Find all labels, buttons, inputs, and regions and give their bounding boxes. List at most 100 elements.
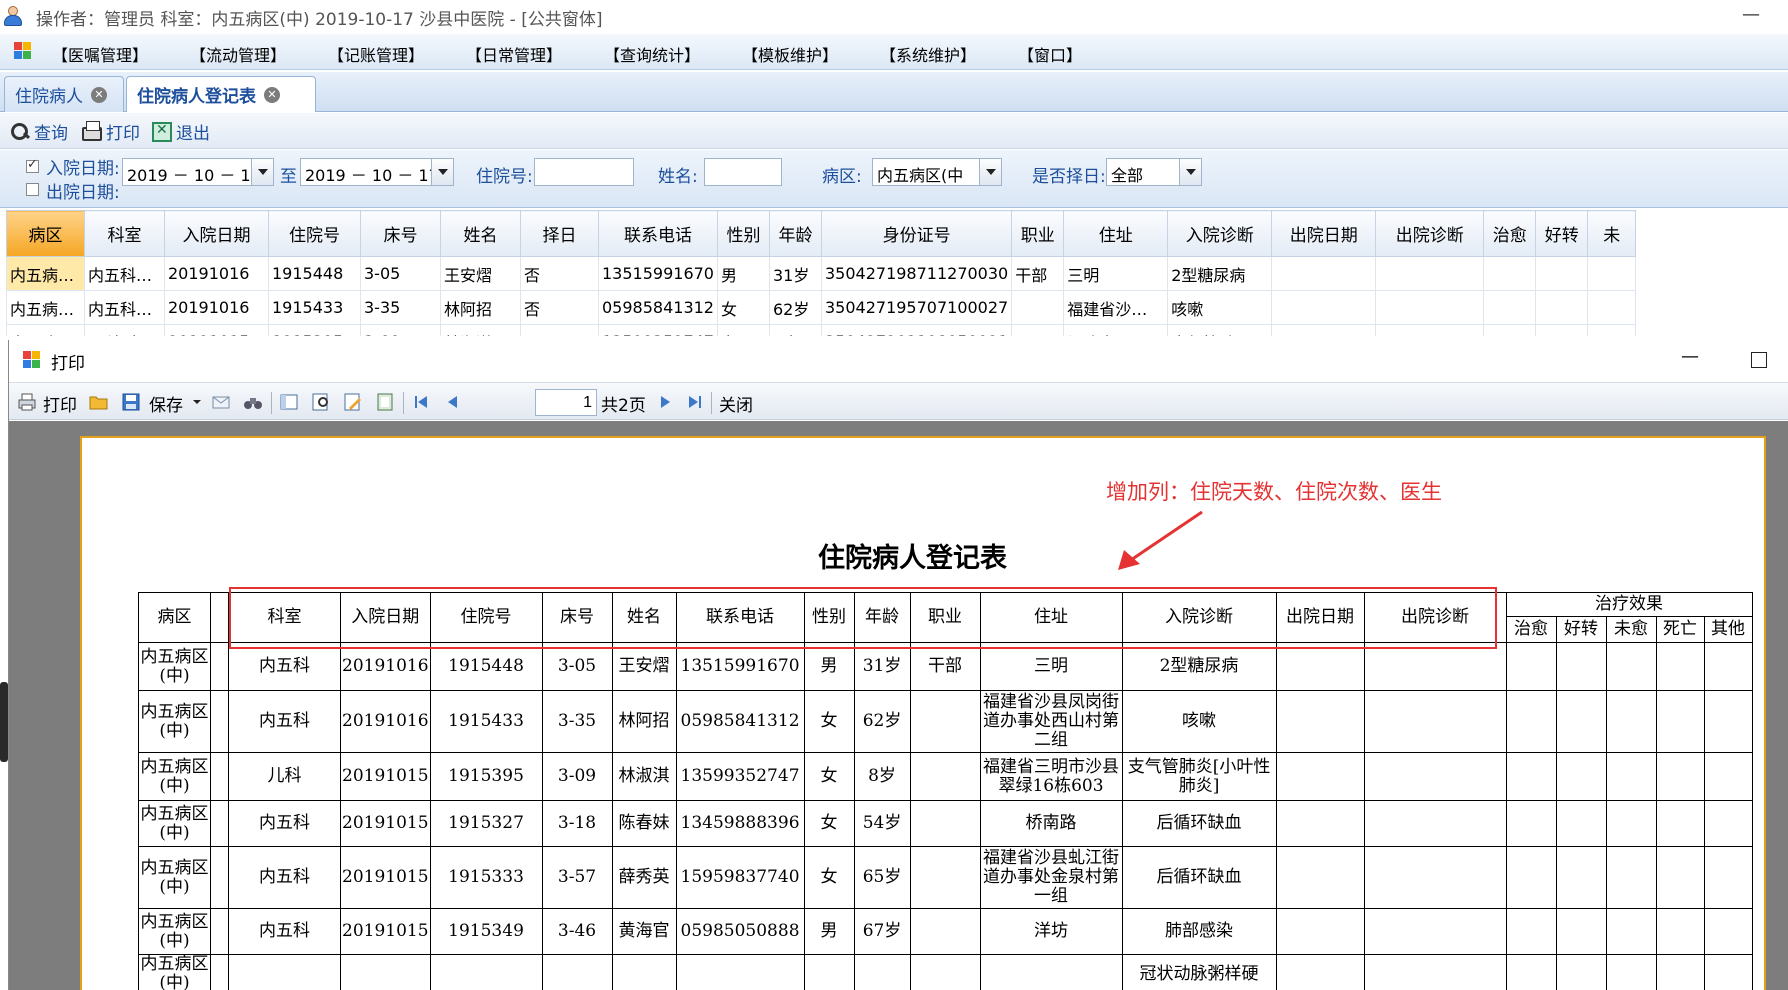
binoculars-icon[interactable]: [243, 392, 263, 412]
chevron-down-icon[interactable]: [1179, 159, 1201, 185]
grid-column-header[interactable]: 住院号: [268, 210, 361, 257]
grid-cell[interactable]: 否: [520, 256, 599, 291]
grid-cell[interactable]: [1375, 290, 1485, 325]
minimize-button[interactable]: —: [1681, 346, 1699, 367]
grid-cell[interactable]: 05985841312: [598, 290, 718, 325]
grid-cell[interactable]: 内五科…: [84, 256, 165, 291]
maximize-button[interactable]: [1751, 352, 1767, 368]
grid-cell[interactable]: 儿科(中): [84, 324, 165, 336]
open-folder-icon[interactable]: [89, 392, 109, 412]
grid-cell[interactable]: [1483, 256, 1537, 291]
grid-cell[interactable]: 否: [520, 324, 599, 336]
grid-cell[interactable]: 男: [716, 256, 770, 291]
table-row[interactable]: 内五病…儿科(中)2019101519153953-09林淑淇否13599352…: [6, 324, 1637, 336]
page-setup-icon[interactable]: [375, 392, 395, 412]
grid-column-header[interactable]: 年龄: [768, 210, 822, 257]
edit-pencil-icon[interactable]: [343, 392, 363, 412]
grid-cell[interactable]: 3-09: [360, 324, 441, 336]
inpatient-no-input[interactable]: [534, 158, 634, 186]
grid-column-header[interactable]: 身份证号: [820, 210, 1013, 257]
grid-cell[interactable]: 20191015: [164, 324, 269, 336]
grid-cell[interactable]: [1587, 290, 1637, 325]
table-row[interactable]: 内五病… 内五科… 20191016 1915433 3-35 林阿招否 059858413…: [6, 290, 1637, 325]
menu-item-5[interactable]: 【模板维护】: [742, 42, 880, 66]
grid-cell[interactable]: 20191016: [164, 290, 269, 325]
query-button[interactable]: 查询: [10, 119, 68, 144]
chevron-down-icon[interactable]: [431, 159, 453, 185]
grid-cell[interactable]: [1587, 256, 1637, 291]
grid-column-header[interactable]: 入院日期: [164, 210, 269, 257]
grid-cell[interactable]: [1587, 324, 1637, 336]
grid-cell[interactable]: [1483, 290, 1537, 325]
close-icon[interactable]: ✕: [91, 86, 107, 103]
grid-cell[interactable]: [1375, 324, 1485, 336]
grid-column-header[interactable]: 择日: [520, 210, 599, 257]
grid-cell[interactable]: [1271, 324, 1377, 336]
grid-column-header[interactable]: 床号: [360, 210, 441, 257]
grid-cell[interactable]: 女: [716, 324, 770, 336]
admit-date-checkbox[interactable]: [26, 157, 39, 173]
zoom-icon[interactable]: [311, 392, 331, 412]
grid-cell[interactable]: 林阿招: [440, 290, 521, 325]
tab-inpatients[interactable]: 住院病人 ✕: [4, 76, 124, 112]
chevron-down-icon[interactable]: [251, 159, 273, 185]
date-from-input[interactable]: 2019 － 10 － 12: [122, 158, 274, 186]
grid-column-header[interactable]: 职业: [1011, 210, 1065, 257]
menu-item-4[interactable]: 【查询统计】: [604, 42, 742, 66]
grid-cell[interactable]: 62岁: [768, 290, 822, 325]
grid-cell[interactable]: 内五科…: [84, 290, 165, 325]
print-button[interactable]: 打印: [43, 391, 77, 416]
next-page-icon[interactable]: [655, 392, 675, 412]
grid-cell[interactable]: 3-05: [360, 256, 441, 291]
grid-cell[interactable]: 支气管肺…: [1167, 324, 1273, 336]
grid-column-header[interactable]: 未: [1587, 210, 1637, 257]
menu-item-0[interactable]: 【医嘱管理】: [52, 42, 190, 66]
grid-cell[interactable]: [1535, 256, 1589, 291]
grid-cell[interactable]: [1535, 324, 1589, 336]
grid-column-header[interactable]: 治愈: [1483, 210, 1537, 257]
grid-cell[interactable]: 350427198711270030: [820, 256, 1013, 291]
grid-cell[interactable]: [1271, 256, 1377, 291]
close-preview-button[interactable]: 关闭: [719, 391, 753, 416]
menu-item-6[interactable]: 【系统维护】: [880, 42, 1018, 66]
close-icon[interactable]: ✕: [264, 86, 280, 103]
exit-button[interactable]: 退出: [152, 119, 210, 144]
mail-icon[interactable]: [211, 392, 231, 412]
grid-cell[interactable]: 女: [716, 290, 770, 325]
first-page-icon[interactable]: [411, 392, 431, 412]
grid-cell[interactable]: 3-35: [360, 290, 441, 325]
save-disk-icon[interactable]: [121, 392, 141, 412]
grid-cell[interactable]: 福建省三…: [1063, 324, 1169, 336]
save-button[interactable]: 保存: [149, 391, 183, 416]
chevron-down-icon[interactable]: [979, 159, 1001, 185]
ward-select[interactable]: 内五病区(中: [872, 158, 1002, 186]
grid-cell[interactable]: 1915395: [268, 324, 361, 336]
grid-column-header[interactable]: 出院诊断: [1375, 210, 1485, 257]
grid-cell[interactable]: 13599352747: [598, 324, 718, 336]
menu-item-3[interactable]: 【日常管理】: [466, 42, 604, 66]
grid-cell[interactable]: 20191016: [164, 256, 269, 291]
grid-cell[interactable]: 31岁: [768, 256, 822, 291]
grid-cell[interactable]: 三明: [1063, 256, 1169, 291]
grid-cell[interactable]: 2型糖尿病: [1167, 256, 1273, 291]
grid-cell[interactable]: [1375, 256, 1485, 291]
grid-column-header[interactable]: 科室: [84, 210, 165, 257]
zeri-select[interactable]: 全部: [1106, 158, 1202, 186]
grid-cell[interactable]: 福建省沙…: [1063, 290, 1169, 325]
scroll-handle[interactable]: [0, 682, 8, 762]
grid-column-header[interactable]: 住址: [1063, 210, 1169, 257]
grid-column-header[interactable]: 好转: [1535, 210, 1589, 257]
grid-cell[interactable]: 350427201108050021: [820, 324, 1013, 336]
chevron-down-icon[interactable]: [191, 392, 203, 412]
grid-column-header[interactable]: 姓名: [440, 210, 521, 257]
table-row[interactable]: 内五病… 内五科… 20191016 1915448 3-05 王安熠否 135159916…: [6, 256, 1637, 291]
grid-cell[interactable]: 否: [520, 290, 599, 325]
name-input[interactable]: [704, 158, 782, 186]
grid-cell[interactable]: 内五病…: [6, 324, 85, 336]
grid-column-header[interactable]: 联系电话: [598, 210, 718, 257]
grid-cell[interactable]: 350427195707100027: [820, 290, 1013, 325]
grid-cell[interactable]: [1011, 324, 1065, 336]
tab-inpatient-register[interactable]: 住院病人登记表 ✕: [126, 76, 316, 112]
grid-cell[interactable]: 内五病…: [6, 256, 85, 291]
grid-cell[interactable]: 内五病…: [6, 290, 85, 325]
